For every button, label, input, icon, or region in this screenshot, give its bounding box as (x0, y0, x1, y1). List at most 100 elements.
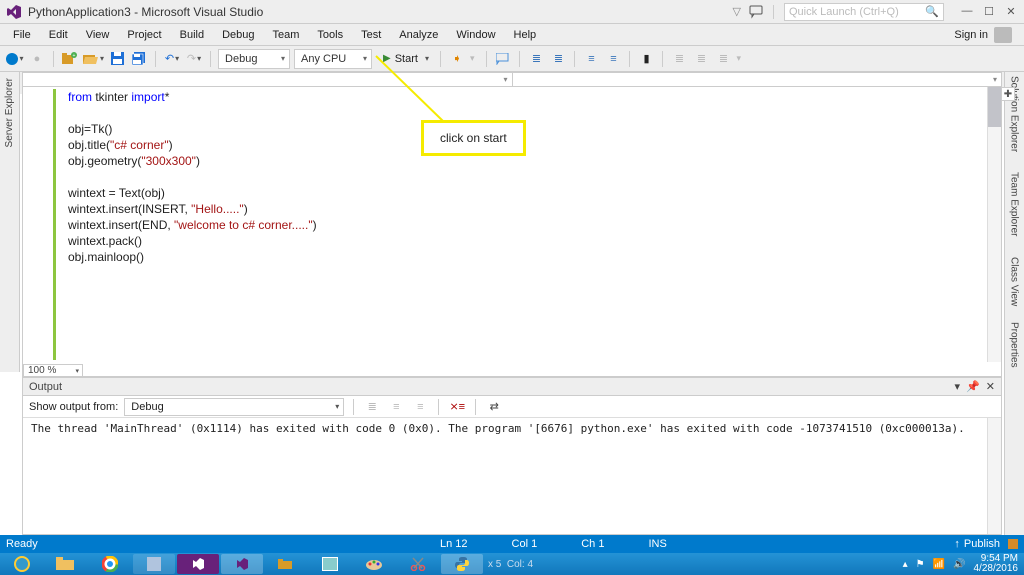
toolbar: ▾ ● + ▾ ↶▾ ↷▾ Debug Any CPU ▶ Start ➧ ▾ … (0, 46, 1024, 72)
output-btn-1: ≣ (363, 398, 381, 416)
publish-label[interactable]: Publish (964, 538, 1000, 550)
bookmark-button[interactable]: ▮ (637, 50, 655, 68)
right-panel: Solution Explorer Team Explorer Class Vi… (1004, 72, 1024, 535)
wrap-button[interactable]: ⇄ (485, 398, 503, 416)
code-content[interactable]: from tkinter import* obj=Tk() obj.title(… (23, 87, 987, 265)
status-col: Col 1 (512, 538, 538, 550)
nav-fwd-button: ● (28, 50, 46, 68)
tray-flag-icon[interactable]: ⚑ (916, 559, 925, 570)
notify-icon[interactable]: ▽ (733, 5, 741, 18)
task-chrome[interactable] (89, 554, 131, 574)
output-btn-2: ≡ (387, 398, 405, 416)
tray-network-icon[interactable]: 📶 (933, 559, 945, 570)
code-editor[interactable]: ▾ ▾ ✚ from tkinter import* obj=Tk() obj.… (22, 72, 1002, 377)
uncomment-button[interactable]: ≡ (604, 50, 622, 68)
clear-output-button[interactable]: ⨯≡ (448, 398, 466, 416)
menu-test[interactable]: Test (352, 24, 390, 45)
horizontal-scrollbar[interactable]: 100 % (23, 362, 987, 376)
vertical-scrollbar[interactable] (987, 87, 1001, 362)
task-python[interactable] (441, 554, 483, 574)
task-ie[interactable] (1, 554, 43, 574)
zoom-value: 100 % (28, 365, 56, 376)
menu-project[interactable]: Project (118, 24, 170, 45)
status-bar: Ready Ln 12 Col 1 Ch 1 INS ↑ Publish (0, 535, 1024, 553)
task-app3[interactable] (265, 554, 307, 574)
task-explorer[interactable] (45, 554, 87, 574)
nav-bar-right[interactable]: ▾ (513, 73, 1002, 86)
svg-text:+: + (73, 53, 76, 59)
status-ch: Ch 1 (581, 538, 604, 550)
config-dropdown[interactable]: Debug (218, 49, 290, 69)
maximize-button[interactable]: ☐ (980, 5, 998, 18)
output-text[interactable]: The thread 'MainThread' (0x1114) has exi… (23, 418, 1001, 440)
step-button[interactable]: ➧ (448, 50, 466, 68)
menu-analyze[interactable]: Analyze (390, 24, 447, 45)
server-explorer-tab[interactable]: Server Explorer (0, 72, 20, 372)
new-project-button[interactable]: + (61, 50, 79, 68)
publish-icon[interactable]: ↑ (954, 538, 960, 550)
output-scrollbar[interactable] (987, 418, 1001, 534)
tray-up-icon[interactable]: ▴ (903, 559, 908, 570)
taskbar: x 5 Col: 4 ▴ ⚑ 📶 🔊 9:54 PM 4/28/2016 (0, 553, 1024, 575)
config-value: Debug (225, 53, 257, 65)
menu-window[interactable]: Window (447, 24, 504, 45)
output-source-dropdown[interactable]: Debug (124, 398, 344, 416)
task-hint: x 5 Col: 4 (484, 559, 537, 570)
properties-tab[interactable]: Properties (1005, 322, 1023, 368)
indent-inc-button[interactable]: ≣ (549, 50, 567, 68)
quick-launch-input[interactable]: Quick Launch (Ctrl+Q) 🔍 (784, 3, 944, 21)
nav-bar-left[interactable]: ▾ (23, 73, 513, 86)
menu-build[interactable]: Build (171, 24, 213, 45)
task-vs-purple[interactable] (177, 554, 219, 574)
show-output-label: Show output from: (29, 401, 118, 413)
menu-help[interactable]: Help (505, 24, 546, 45)
task-snip[interactable] (397, 554, 439, 574)
window-title: PythonApplication3 - Microsoft Visual St… (28, 5, 263, 19)
tray-volume-icon[interactable]: 🔊 (953, 559, 965, 570)
menu-file[interactable]: File (4, 24, 40, 45)
output-close-icon[interactable]: ✕ (986, 380, 995, 393)
menu-edit[interactable]: Edit (40, 24, 77, 45)
platform-dropdown[interactable]: Any CPU (294, 49, 372, 69)
undo-button[interactable]: ↶▾ (163, 50, 181, 68)
nav-back-button[interactable]: ▾ (6, 50, 24, 68)
open-file-button[interactable]: ▾ (83, 50, 104, 68)
save-button[interactable] (108, 50, 126, 68)
task-vs[interactable] (221, 554, 263, 574)
menu-view[interactable]: View (77, 24, 119, 45)
zoom-dropdown[interactable]: 100 % (23, 364, 83, 377)
menu-bar: FileEditViewProjectBuildDebugTeamToolsTe… (0, 24, 1024, 46)
output-dropdown-icon[interactable]: ▾ (955, 380, 961, 393)
save-all-button[interactable] (130, 50, 148, 68)
output-panel: Output ▾ 📌 ✕ Show output from: Debug ≣ ≡… (22, 377, 1002, 535)
team-explorer-tab[interactable]: Team Explorer (1005, 172, 1023, 236)
redo-button: ↷▾ (185, 50, 203, 68)
minimize-button[interactable]: — (958, 5, 976, 18)
menu-team[interactable]: Team (264, 24, 309, 45)
signin-button[interactable]: Sign in (954, 24, 1020, 45)
close-button[interactable]: ✕ (1002, 5, 1020, 18)
tb-disabled-2: ≣ (692, 50, 710, 68)
task-app4[interactable] (309, 554, 351, 574)
tray-clock[interactable]: 9:54 PM 4/28/2016 (974, 554, 1019, 574)
task-paint[interactable] (353, 554, 395, 574)
split-button[interactable]: ✚ (1001, 87, 1015, 101)
start-button[interactable]: ▶ Start (376, 49, 433, 69)
status-ins: INS (648, 538, 666, 550)
comment-button[interactable] (494, 50, 512, 68)
tray-date: 4/28/2016 (974, 564, 1019, 574)
menu-tools[interactable]: Tools (308, 24, 352, 45)
class-view-tab[interactable]: Class View (1005, 257, 1023, 306)
callout-text: click on start (440, 131, 507, 145)
task-app1[interactable] (133, 554, 175, 574)
comment-out-button[interactable]: ≡ (582, 50, 600, 68)
output-pin-icon[interactable]: 📌 (966, 380, 980, 393)
vs-logo-icon (6, 4, 22, 20)
output-btn-3: ≡ (411, 398, 429, 416)
output-title: Output (29, 381, 62, 393)
indent-dec-button[interactable]: ≣ (527, 50, 545, 68)
menu-debug[interactable]: Debug (213, 24, 263, 45)
change-gutter (53, 89, 56, 360)
feedback-icon[interactable] (749, 5, 763, 19)
search-icon: 🔍 (925, 5, 939, 18)
